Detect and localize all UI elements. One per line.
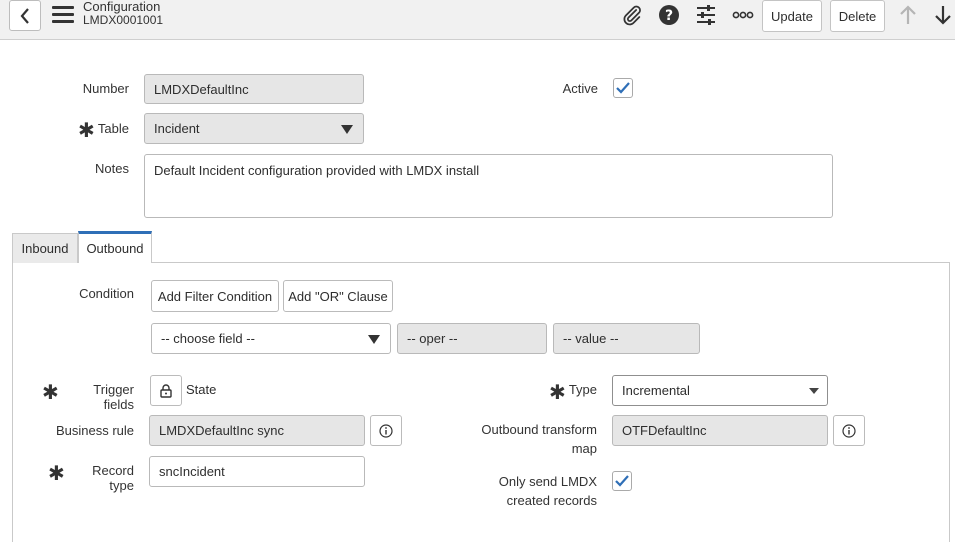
tab-active-gap <box>79 261 151 264</box>
chevron-left-icon <box>20 7 29 24</box>
update-button[interactable]: Update <box>762 0 822 32</box>
business-rule-label: Business rule <box>55 423 134 438</box>
tab-outbound[interactable]: Outbound <box>78 231 152 262</box>
arrow-down-icon[interactable] <box>932 4 954 26</box>
form-header: Configuration LMDX0001001 ? Update Delet… <box>0 0 955 40</box>
choose-field-placeholder: -- choose field -- <box>161 331 255 346</box>
active-checkbox[interactable] <box>613 78 633 98</box>
chevron-down-icon <box>809 387 819 394</box>
delete-button[interactable]: Delete <box>830 0 885 32</box>
back-button[interactable] <box>9 0 41 31</box>
table-select-value: Incident <box>154 121 200 136</box>
trigger-fields-label: Trigger fields <box>93 382 134 412</box>
checkmark-icon <box>616 82 630 94</box>
notes-textarea[interactable]: Default Incident configuration provided … <box>144 154 833 218</box>
paperclip-icon[interactable] <box>620 4 644 26</box>
mandatory-indicator: ✱ <box>78 120 95 142</box>
lock-icon <box>160 383 172 398</box>
outbound-transform-map-label-line1: Outbound transform <box>481 422 597 437</box>
record-type-label: Record type <box>92 463 134 493</box>
chevron-down-icon <box>368 334 380 344</box>
checkmark-icon <box>615 475 629 487</box>
only-send-label-line1: Only send LMDX <box>498 474 597 489</box>
sliders-icon[interactable] <box>694 4 718 26</box>
question-circle-icon[interactable]: ? <box>657 4 681 26</box>
more-options-icon[interactable] <box>731 4 755 26</box>
value-input[interactable]: -- value -- <box>553 323 700 354</box>
add-or-clause-button[interactable]: Add "OR" Clause <box>283 280 393 312</box>
outbound-transform-map-info-button[interactable] <box>833 415 865 446</box>
only-send-label-line2: created records <box>506 493 597 508</box>
arrow-up-icon[interactable] <box>897 4 919 26</box>
mandatory-indicator: ✱ <box>42 382 59 404</box>
condition-label: Condition <box>79 286 134 301</box>
notes-label: Notes <box>95 161 129 176</box>
info-icon <box>379 423 393 438</box>
table-label: Table <box>97 121 129 136</box>
table-select[interactable]: Incident <box>144 113 364 144</box>
outbound-transform-map-label-line2: map <box>571 441 597 456</box>
record-type-title: Configuration <box>83 0 161 14</box>
record-type-input[interactable]: sncIncident <box>149 456 365 487</box>
operator-select[interactable]: -- oper -- <box>397 323 547 354</box>
active-label: Active <box>562 81 598 96</box>
unlock-trigger-fields-button[interactable] <box>150 375 182 406</box>
number-label: Number <box>82 81 129 96</box>
type-label: Type <box>568 382 597 397</box>
add-filter-condition-button[interactable]: Add Filter Condition <box>151 280 279 312</box>
number-field[interactable]: LMDXDefaultInc <box>144 74 364 104</box>
mandatory-indicator: ✱ <box>48 463 65 485</box>
trigger-fields-value: State <box>186 382 217 397</box>
business-rule-info-button[interactable] <box>370 415 402 446</box>
type-select[interactable]: Incremental <box>612 375 828 406</box>
record-number: LMDX0001001 <box>83 13 164 27</box>
choose-field-select[interactable]: -- choose field -- <box>151 323 391 354</box>
info-icon <box>842 423 856 438</box>
business-rule-field[interactable]: LMDXDefaultInc sync <box>149 415 365 446</box>
svg-text:?: ? <box>665 8 673 24</box>
type-select-value: Incremental <box>622 383 690 398</box>
outbound-transform-map-label: Outbound transform map <box>470 422 597 456</box>
hamburger-menu-icon[interactable] <box>52 6 74 24</box>
only-send-label: Only send LMDX created records <box>470 474 597 508</box>
only-send-checkbox[interactable] <box>612 471 632 491</box>
tab-inbound[interactable]: Inbound <box>12 233 78 263</box>
outbound-transform-map-field[interactable]: OTFDefaultInc <box>612 415 828 446</box>
chevron-down-icon <box>341 124 353 134</box>
